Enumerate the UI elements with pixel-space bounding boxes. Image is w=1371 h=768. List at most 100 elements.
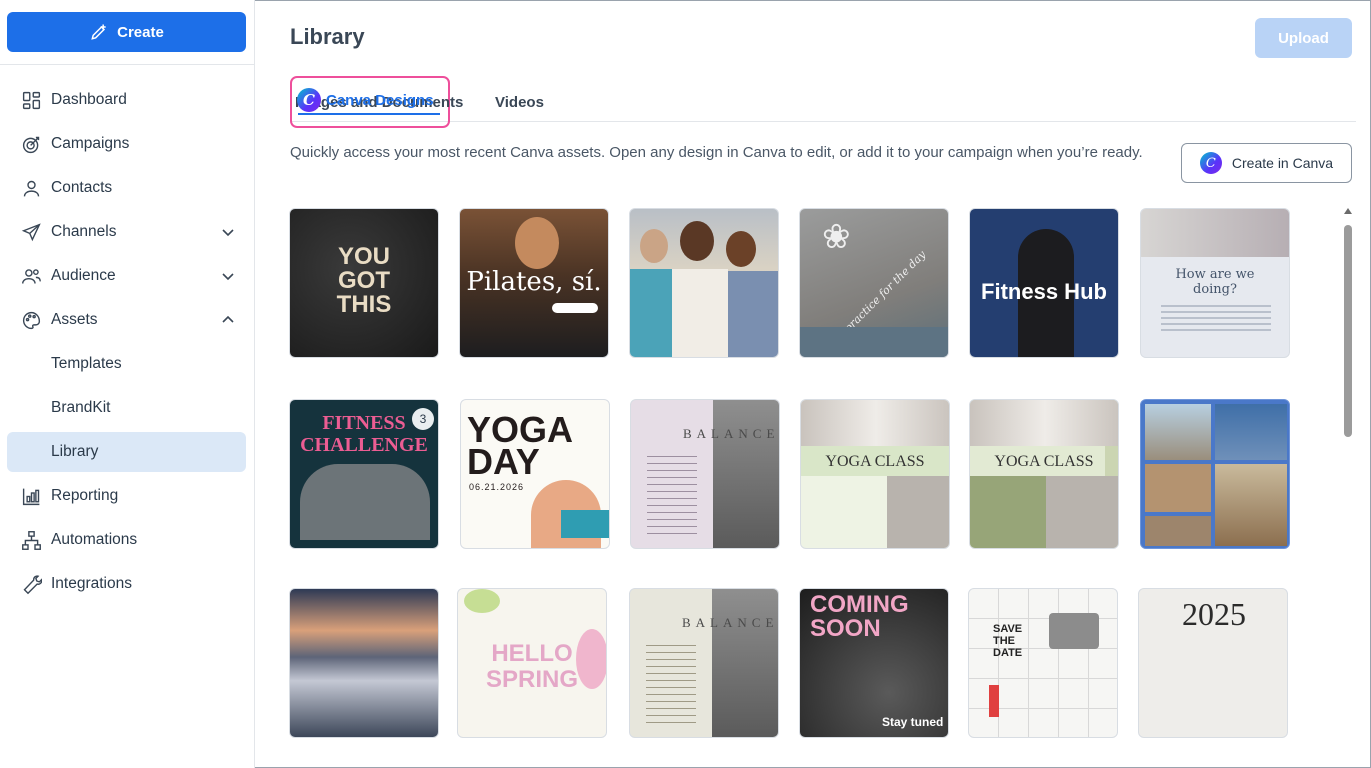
design-thumbnail[interactable]: How are we doing? (1140, 208, 1290, 358)
design-title: Pilates, sí. (466, 267, 602, 297)
photo-tile (1145, 464, 1211, 512)
tab-canva-designs-label: Canva Designs (326, 91, 434, 109)
design-title: YOGA CLASS (825, 453, 925, 470)
design-thumbnail[interactable]: Fitness Hub (969, 208, 1119, 358)
user-icon (20, 177, 42, 199)
design-thumbnail[interactable] (1140, 399, 1290, 549)
clothing-shape (630, 269, 672, 357)
text-lines (647, 456, 697, 536)
palette-icon (20, 309, 42, 331)
person-figure (640, 229, 668, 263)
photo-strip (801, 400, 949, 446)
tab-bar: Images and Documents Videos C Canva Desi… (290, 76, 1356, 128)
exclamation-shape (989, 685, 999, 717)
scrollbar[interactable] (1343, 208, 1353, 768)
create-button[interactable]: Create (7, 12, 246, 52)
scroll-up-arrow-icon[interactable] (1344, 208, 1352, 214)
photo-panel (712, 589, 778, 737)
design-thumbnail[interactable] (289, 588, 439, 738)
design-title: HELLO SPRING (485, 640, 578, 693)
design-thumbnail[interactable]: 2025 (1138, 588, 1288, 738)
info-panel (970, 476, 1046, 548)
active-tab-underline (298, 113, 440, 115)
sidebar-item-channels[interactable]: Channels (7, 212, 246, 252)
design-grid: YOU GOT THIS Pilates, sí. ❀ practice for… (289, 208, 1329, 768)
create-in-canva-button[interactable]: C Create in Canva (1181, 143, 1352, 183)
tab-videos[interactable]: Videos (495, 94, 544, 111)
design-thumbnail[interactable]: COMING SOON Stay tuned (799, 588, 949, 738)
chevron-down-icon[interactable] (220, 268, 236, 284)
sidebar-item-reporting[interactable]: Reporting (7, 476, 246, 516)
sidebar-item-label: Automations (51, 531, 138, 548)
design-title: practice for the day (841, 248, 929, 335)
scrollbar-thumb[interactable] (1344, 225, 1352, 437)
megaphone-shape (1049, 613, 1099, 649)
page-count-badge: 3 (412, 408, 434, 430)
sidebar-item-audience[interactable]: Audience (7, 256, 246, 296)
design-thumbnail[interactable]: YOGA CLASS (800, 399, 950, 549)
paper-plane-icon (20, 221, 42, 243)
pencil-plus-icon (91, 24, 106, 40)
sidebar-item-label: Audience (51, 267, 116, 284)
design-thumbnail[interactable]: YOGA DAY 06.21.2026 (460, 399, 610, 549)
sidebar-item-library[interactable]: Library (7, 432, 246, 472)
chevron-up-icon[interactable] (220, 312, 236, 328)
chevron-down-icon[interactable] (220, 224, 236, 240)
sidebar-item-automations[interactable]: Automations (7, 520, 246, 560)
sidebar-divider (0, 64, 254, 65)
design-thumbnail[interactable]: YOGA CLASS (969, 399, 1119, 549)
page-title: Library (290, 24, 365, 49)
design-title: YOGA CLASS (994, 453, 1094, 470)
design-thumbnail[interactable]: ❀ practice for the day (799, 208, 949, 358)
person-figure (515, 217, 559, 269)
design-thumbnail[interactable] (629, 208, 779, 358)
sidebar-item-contacts[interactable]: Contacts (7, 168, 246, 208)
clothing-shape (728, 271, 778, 357)
photo-panel (1046, 476, 1118, 548)
sidebar-item-templates[interactable]: Templates (7, 344, 246, 384)
tab-canva-designs[interactable]: C Canva Designs (290, 76, 450, 128)
sidebar-item-label: Assets (51, 311, 98, 328)
person-figure (680, 221, 714, 261)
upload-button[interactable]: Upload (1255, 18, 1352, 58)
design-thumbnail[interactable]: YOU GOT THIS (289, 208, 439, 358)
sidebar-item-integrations[interactable]: Integrations (7, 564, 246, 604)
leaf-shape (464, 589, 500, 613)
design-thumbnail[interactable]: BALANCE (629, 588, 779, 738)
canva-logo-icon: C (297, 88, 321, 112)
design-thumbnail[interactable]: SAVE THE DATE (968, 588, 1118, 738)
bar-chart-icon (20, 485, 42, 507)
header-photo (1141, 209, 1289, 257)
photo-strip (970, 400, 1118, 446)
design-title: BALANCE (683, 426, 780, 441)
photo-panel (713, 400, 779, 548)
design-subtitle: Stay tuned (882, 715, 944, 729)
sidebar-item-campaigns[interactable]: Campaigns (7, 124, 246, 164)
sidebar-item-brandkit[interactable]: BrandKit (7, 388, 246, 428)
sidebar-item-label: Campaigns (51, 135, 130, 152)
sidebar: Create Dashboard Campaigns Contacts Chan… (0, 0, 255, 768)
design-title: YOU GOT THIS (336, 243, 392, 318)
design-thumbnail[interactable]: HELLO SPRING (457, 588, 607, 738)
design-pill (552, 303, 598, 313)
intro-text: Quickly access your most recent Canva as… (290, 144, 1143, 161)
design-title: BALANCE (682, 615, 779, 630)
design-title: How are we doing? (1175, 267, 1255, 297)
sidebar-nav: Dashboard Campaigns Contacts Channels Au… (7, 80, 246, 608)
photo-tile (1145, 516, 1211, 546)
photo-tile (1215, 464, 1287, 546)
photo-arch (300, 464, 430, 540)
sidebar-item-assets[interactable]: Assets (7, 300, 246, 340)
design-thumbnail[interactable]: BALANCE (630, 399, 780, 549)
sidebar-item-dashboard[interactable]: Dashboard (7, 80, 246, 120)
design-thumbnail[interactable]: Pilates, sí. (459, 208, 609, 358)
sidebar-item-label: Channels (51, 223, 117, 240)
lotus-icon: ❀ (822, 218, 851, 256)
hierarchy-icon (20, 529, 42, 551)
person-figure (726, 231, 756, 267)
design-thumbnail[interactable]: FITNESS CHALLENGE 3 (289, 399, 439, 549)
design-title: SAVE THE DATE (993, 623, 1023, 659)
sidebar-item-label: Contacts (51, 179, 113, 196)
sidebar-item-label: BrandKit (51, 399, 111, 416)
design-title: 2025 (1182, 596, 1246, 632)
